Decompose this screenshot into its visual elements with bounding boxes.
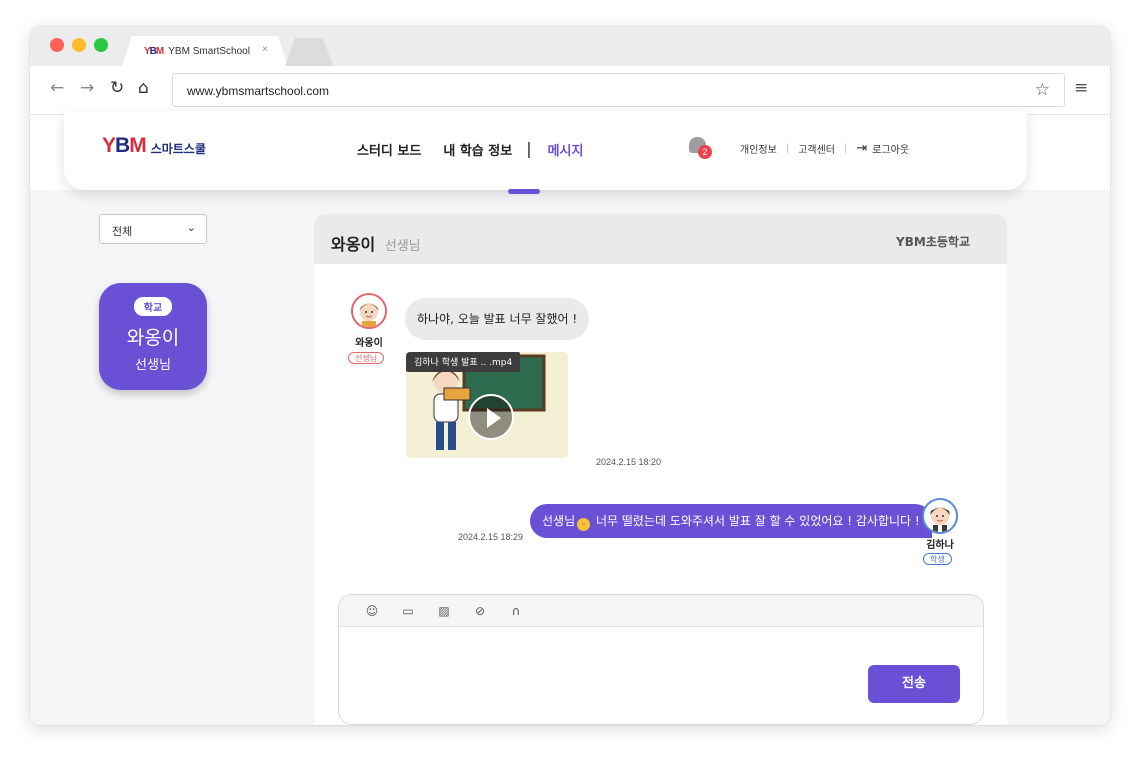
- video-icon[interactable]: ▭: [401, 604, 415, 618]
- message-text-part: 너무 떨렸는데 도와주셔서 발표 잘 할 수 있었어요 ! 감사합니다 !: [592, 514, 920, 528]
- composer-toolbar: ☺ ▭ ▨ ⊘ ∩: [339, 595, 983, 627]
- nav-item-my-learning[interactable]: 내 학습 정보: [443, 140, 512, 159]
- play-icon[interactable]: [468, 394, 514, 440]
- sender-name: 김하나: [926, 540, 954, 551]
- favicon-icon: YBM: [144, 45, 164, 57]
- new-tab-button[interactable]: [285, 38, 333, 66]
- notification-count-badge: 2: [698, 145, 712, 159]
- nav-active-indicator: [508, 189, 540, 194]
- contact-filter-select[interactable]: 전체 ⌄: [99, 214, 207, 244]
- sender-name: 와옹이: [355, 338, 383, 349]
- chat-panel: 와옹이 선생님 YBM초등학교 와옹이 선생님 하나야, 오늘 발표 너무 잘했…: [314, 214, 1007, 725]
- privacy-link[interactable]: 개인정보: [740, 141, 777, 156]
- main-nav: 스터디 보드 내 학습 정보 | 메시지: [357, 139, 605, 159]
- video-attachment[interactable]: 김하나 학생 발표 .. .mp4: [406, 352, 568, 458]
- chat-partner-name: 와옹이: [331, 235, 376, 254]
- video-file-label: 김하나 학생 발표 .. .mp4: [406, 352, 521, 372]
- emoji-icon[interactable]: ☺: [365, 604, 379, 618]
- chat-partner-title: 선생님: [384, 239, 421, 254]
- headphones-icon[interactable]: ∩: [509, 604, 523, 618]
- browser-tab-bar: YBM YBM SmartSchool ×: [30, 26, 1110, 66]
- reload-icon[interactable]: ↻: [110, 78, 124, 98]
- bookmark-star-icon[interactable]: ☆: [1035, 80, 1050, 100]
- contact-tag: 학교: [133, 297, 173, 316]
- browser-window: YBM YBM SmartSchool × ← → ↻ ⌂ www.ybmsma…: [30, 26, 1110, 725]
- logout-icon[interactable]: ⇥: [856, 141, 867, 156]
- brand-text: 스마트스쿨: [150, 142, 206, 156]
- url-text: www.ybmsmartschool.com: [187, 84, 330, 98]
- browser-menu-icon[interactable]: ≡: [1074, 78, 1088, 98]
- message-text-part: 선생님: [542, 514, 576, 528]
- nav-item-messages[interactable]: 메시지: [548, 140, 584, 159]
- forward-icon[interactable]: →: [80, 78, 94, 98]
- page: YBM 스마트스쿨 스터디 보드 내 학습 정보 | 메시지 2 개인정보 | …: [30, 111, 1110, 725]
- message-input[interactable]: [353, 635, 853, 713]
- nav-separator: |: [526, 139, 532, 158]
- grin-emoji-icon: ᵕ: [577, 518, 591, 531]
- support-link[interactable]: 고객센터: [798, 141, 835, 156]
- image-icon[interactable]: ▨: [437, 604, 451, 618]
- school-name: YBM초등학교: [896, 235, 970, 249]
- chat-partner: 와옹이 선생님: [331, 231, 421, 255]
- message-bubble-received: 하나야, 오늘 발표 너무 잘했어 !: [405, 298, 590, 340]
- ybm-logo-icon: YBM: [102, 134, 147, 157]
- browser-tab[interactable]: YBM YBM SmartSchool ×: [122, 36, 288, 66]
- close-window-button[interactable]: [50, 38, 64, 52]
- url-field[interactable]: www.ybmsmartschool.com ☆: [172, 73, 1065, 107]
- chevron-down-icon: ⌄: [186, 221, 196, 234]
- contact-name: 와옹이: [126, 327, 180, 349]
- address-bar: ← → ↻ ⌂ www.ybmsmartschool.com ☆ ≡: [30, 66, 1110, 115]
- contact-role: 선생님: [135, 358, 171, 373]
- send-button[interactable]: 전송: [868, 665, 960, 703]
- brand-logo[interactable]: YBM 스마트스쿨: [102, 134, 206, 157]
- message-composer: ☺ ▭ ▨ ⊘ ∩ 전송: [338, 594, 984, 725]
- tab-close-icon[interactable]: ×: [262, 44, 268, 55]
- minimize-window-button[interactable]: [72, 38, 86, 52]
- role-tag-teacher: 선생님: [348, 352, 385, 364]
- notification-button[interactable]: 2: [689, 137, 712, 159]
- tab-title: YBM SmartSchool: [168, 45, 250, 57]
- logout-link[interactable]: 로그아웃: [872, 141, 909, 156]
- site-header: YBM 스마트스쿨 스터디 보드 내 학습 정보 | 메시지 2 개인정보 | …: [64, 111, 1027, 190]
- message-timestamp: 2024.2.15 18:29: [458, 532, 524, 542]
- utility-links: 개인정보 | 고객센터 | ⇥ 로그아웃: [740, 141, 909, 156]
- role-tag-student: 학생: [923, 553, 952, 565]
- contact-card-selected[interactable]: 학교 와옹이 선생님: [99, 283, 207, 390]
- back-icon[interactable]: ←: [50, 78, 64, 98]
- attach-icon[interactable]: ⊘: [473, 604, 487, 618]
- util-separator: |: [785, 143, 790, 154]
- util-separator: |: [844, 143, 848, 154]
- nav-item-study-board[interactable]: 스터디 보드: [357, 140, 421, 159]
- student-avatar: [922, 498, 958, 534]
- teacher-avatar: [351, 293, 387, 329]
- message-timestamp: 2024.2.15 18:20: [596, 457, 662, 467]
- filter-selected-value: 전체: [112, 225, 133, 238]
- message-bubble-sent: 선생님 ᵕ 너무 떨렸는데 도와주셔서 발표 잘 할 수 있었어요 ! 감사합니다…: [530, 504, 932, 538]
- chat-header: 와옹이 선생님 YBM초등학교: [314, 214, 1007, 264]
- home-icon[interactable]: ⌂: [138, 78, 149, 98]
- maximize-window-button[interactable]: [94, 38, 108, 52]
